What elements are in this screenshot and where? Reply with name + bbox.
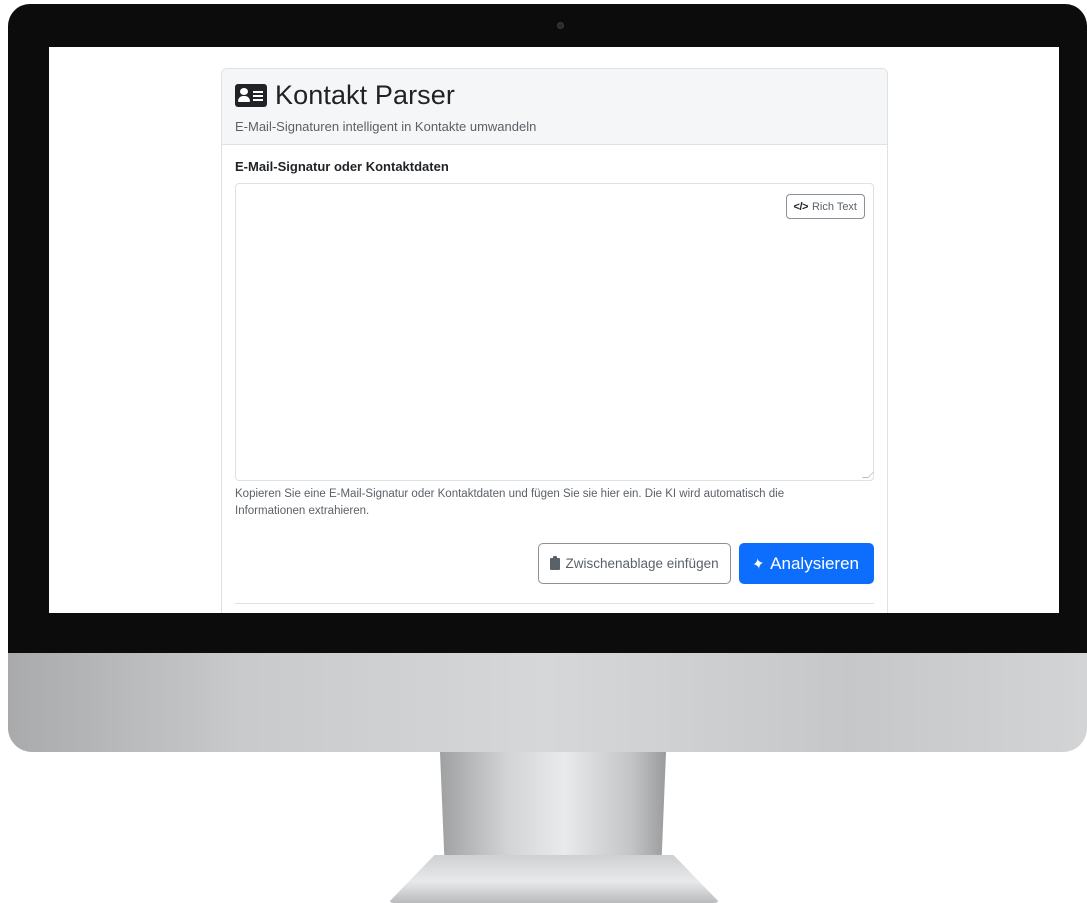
- code-icon: </>: [793, 200, 809, 213]
- monitor-chin: [8, 653, 1087, 752]
- analyze-label: Analysieren: [770, 553, 859, 573]
- title-row: Kontakt Parser: [235, 78, 874, 112]
- analyze-button[interactable]: ✦ Analysieren: [738, 543, 874, 584]
- rich-text-toggle-button[interactable]: </> Rich Text: [785, 194, 865, 219]
- id-card-icon: [235, 83, 267, 107]
- screen: Kontakt Parser E-Mail-Signaturen intelli…: [49, 47, 1059, 613]
- clipboard-icon: [550, 555, 561, 570]
- signature-textarea[interactable]: </> Rich Text: [235, 183, 874, 481]
- imac-device-frame: Kontakt Parser E-Mail-Signaturen intelli…: [0, 0, 1087, 903]
- section-divider: [235, 603, 874, 604]
- page-title: Kontakt Parser: [275, 79, 455, 110]
- parser-card: Kontakt Parser E-Mail-Signaturen intelli…: [221, 68, 888, 613]
- card-body: E-Mail-Signatur oder Kontaktdaten </> Ri…: [222, 145, 887, 520]
- paste-clipboard-button[interactable]: Zwischenablage einfügen: [538, 543, 731, 584]
- magic-wand-icon: ✦: [750, 554, 766, 574]
- monitor-stand-foot: [388, 855, 720, 903]
- card-header: Kontakt Parser E-Mail-Signaturen intelli…: [222, 69, 887, 145]
- field-label: E-Mail-Signatur oder Kontaktdaten: [235, 159, 449, 174]
- camera-icon: [557, 22, 564, 29]
- page-subtitle: E-Mail-Signaturen intelligent in Kontakt…: [235, 119, 537, 134]
- resize-handle[interactable]: [862, 472, 874, 478]
- monitor-stand-neck: [440, 752, 666, 862]
- help-text: Kopieren Sie eine E-Mail-Signatur oder K…: [235, 488, 785, 517]
- action-bar: Zwischenablage einfügen ✦ Analysieren: [538, 543, 874, 584]
- paste-clipboard-label: Zwischenablage einfügen: [565, 556, 719, 571]
- rich-text-label: Rich Text: [811, 200, 857, 213]
